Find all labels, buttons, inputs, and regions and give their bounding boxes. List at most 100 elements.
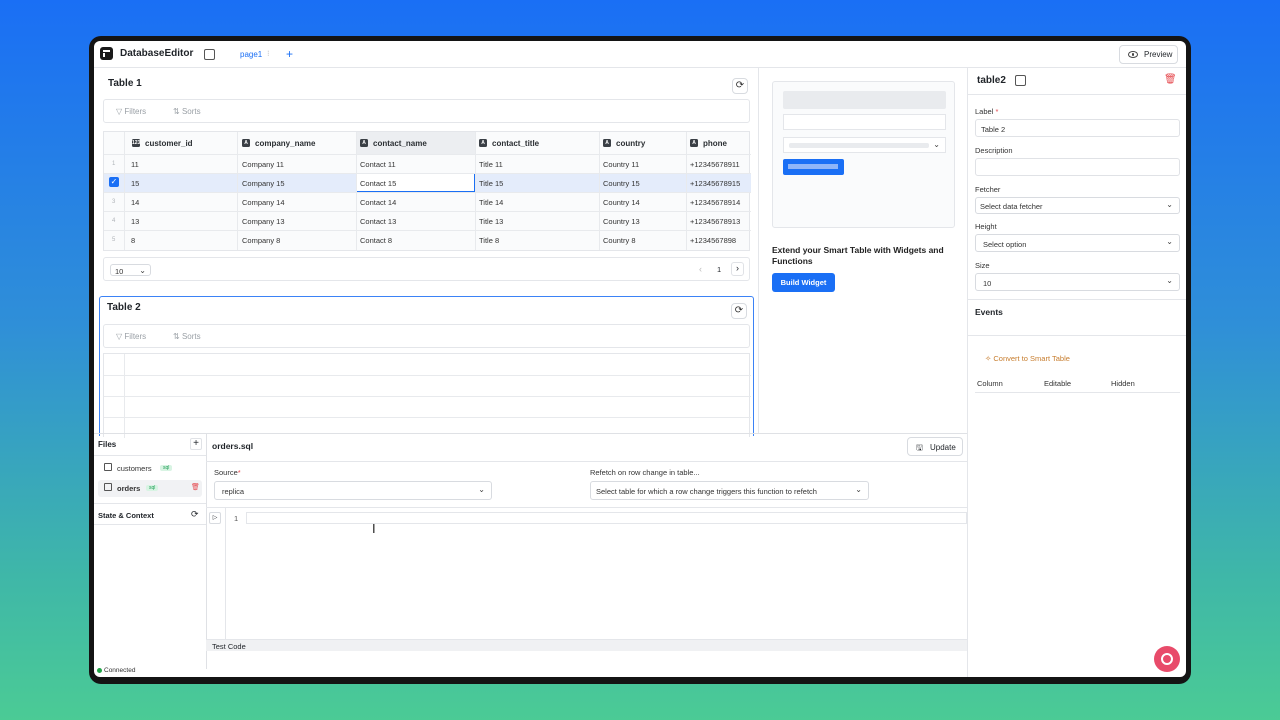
table-cell[interactable]: Country 14 xyxy=(603,198,640,207)
skeleton-button xyxy=(783,159,844,175)
column-header[interactable]: customer_id xyxy=(145,139,193,148)
convert-to-smart-table-button[interactable]: ✧ Convert to Smart Table xyxy=(985,354,1070,363)
table-cell[interactable]: 13 xyxy=(131,217,139,226)
table1-title: Table 1 xyxy=(108,78,142,89)
table2-grid xyxy=(103,353,751,438)
code-editor-line[interactable] xyxy=(246,512,967,524)
table-cell[interactable]: +12345678914 xyxy=(690,198,740,207)
update-button[interactable]: 🖫 Update xyxy=(907,437,963,456)
table-cell[interactable]: Title 8 xyxy=(479,236,499,245)
row-number[interactable]: 3 xyxy=(112,199,115,205)
preview-button[interactable]: Preview xyxy=(1119,45,1178,64)
table-cell[interactable]: Title 13 xyxy=(479,217,503,226)
page-size-select[interactable]: 10 ⌄ xyxy=(110,264,151,276)
chevron-down-icon: ⌄ xyxy=(1166,276,1173,285)
edit-title-icon[interactable] xyxy=(204,49,215,60)
next-page-icon[interactable]: › xyxy=(731,262,744,276)
table-cell[interactable]: Country 15 xyxy=(603,179,640,188)
number-type-icon: 123 xyxy=(132,139,141,147)
connected-status-dot xyxy=(97,668,102,673)
chevron-down-icon: ⌄ xyxy=(1166,200,1173,209)
table-cell[interactable]: Contact 11 xyxy=(360,160,396,169)
tab-page1[interactable]: page1 xyxy=(240,50,262,59)
table2-panel[interactable]: Table 2 ⟳ ▽ Filters ⇅ Sorts xyxy=(99,296,754,438)
table-cell[interactable]: Title 15 xyxy=(479,179,503,188)
delete-file-icon[interactable]: 🗑 xyxy=(191,483,200,491)
table-cell[interactable]: Company 13 xyxy=(242,217,285,226)
chevron-down-icon: ⌄ xyxy=(139,266,146,275)
table-cell[interactable]: Contact 13 xyxy=(360,217,396,226)
file-icon xyxy=(104,483,112,491)
column-header[interactable]: country xyxy=(616,139,645,148)
table-cell[interactable]: Title 11 xyxy=(479,160,503,169)
source-value: replica xyxy=(222,487,245,496)
row-number[interactable]: 1 xyxy=(112,161,115,167)
build-widget-button[interactable]: Build Widget xyxy=(772,273,835,292)
text-type-icon: A xyxy=(479,139,487,147)
height-select[interactable]: Select option ⌄ xyxy=(975,234,1180,252)
file-item-customers[interactable]: customers sql xyxy=(98,460,202,477)
edit-name-icon[interactable] xyxy=(1015,75,1026,86)
table-cell[interactable]: +1234567898 xyxy=(690,236,736,245)
column-header[interactable]: company_name xyxy=(255,139,315,148)
column-header[interactable]: phone xyxy=(703,139,727,148)
row-number[interactable]: 4 xyxy=(112,218,115,224)
table-cell[interactable]: 11 xyxy=(131,160,139,169)
table-cell[interactable]: Country 13 xyxy=(603,217,640,226)
table-cell[interactable]: Company 14 xyxy=(242,198,285,207)
table-cell[interactable]: 15 xyxy=(131,179,139,188)
row-number[interactable]: 5 xyxy=(112,237,115,243)
grid-line xyxy=(104,192,751,193)
sorts-button[interactable]: ⇅ Sorts xyxy=(173,332,201,341)
label-input[interactable]: Table 2 xyxy=(975,119,1180,137)
fetcher-label: Fetcher xyxy=(975,185,1001,194)
current-page[interactable]: 1 xyxy=(717,265,721,274)
refetch-select[interactable]: Select table for which a row change trig… xyxy=(590,481,869,500)
tab-menu-icon[interactable]: ⁝ xyxy=(267,49,270,58)
grid-line xyxy=(475,132,476,250)
table-cell[interactable]: Country 11 xyxy=(603,160,639,169)
table2-refresh-icon[interactable]: ⟳ xyxy=(731,303,747,319)
top-bar: DatabaseEditor page1 ⁝ + Preview xyxy=(94,41,1186,68)
table-cell[interactable]: +12345678913 xyxy=(690,217,740,226)
file-item-orders[interactable]: orders sql 🗑 xyxy=(98,480,202,497)
table-cell[interactable]: Contact 8 xyxy=(360,236,392,245)
filters-button[interactable]: ▽ Filters xyxy=(116,107,146,116)
editor-filename: orders.sql xyxy=(212,441,254,451)
refresh-state-icon[interactable]: ⟳ xyxy=(191,509,199,520)
table-cell[interactable]: Country 8 xyxy=(603,236,636,245)
filters-label: Filters xyxy=(124,107,147,116)
add-file-icon[interactable]: + xyxy=(190,438,202,450)
table-cell[interactable]: 8 xyxy=(131,236,135,245)
table-cell[interactable]: +12345678911 xyxy=(690,160,740,169)
chevron-down-icon: ⌄ xyxy=(855,485,862,494)
run-icon[interactable]: ▷ xyxy=(209,512,221,524)
source-select[interactable]: replica ⌄ xyxy=(214,481,492,500)
sorts-button[interactable]: ⇅ Sorts xyxy=(173,107,201,116)
connection-status: Connected xyxy=(104,667,136,674)
assistant-badge-icon[interactable] xyxy=(1154,646,1180,672)
table-cell[interactable]: Company 15 xyxy=(242,179,285,188)
test-code-bar[interactable]: Test Code xyxy=(206,639,967,651)
description-input[interactable] xyxy=(975,158,1180,176)
table-cell[interactable]: Contact 15 xyxy=(360,179,396,188)
add-page-icon[interactable]: + xyxy=(286,47,293,61)
fetcher-select[interactable]: Select data fetcher ⌄ xyxy=(975,197,1180,214)
table2-toolbar: ▽ Filters ⇅ Sorts xyxy=(103,324,750,348)
filters-button[interactable]: ▽ Filters xyxy=(116,332,146,341)
table-cell[interactable]: Company 8 xyxy=(242,236,280,245)
table-cell[interactable]: Title 14 xyxy=(479,198,503,207)
grid-line xyxy=(356,132,357,250)
size-select[interactable]: 10 ⌄ xyxy=(975,273,1180,291)
row-checkbox[interactable]: ✓ xyxy=(109,177,119,187)
table1-refresh-icon[interactable]: ⟳ xyxy=(732,78,748,94)
trash-icon[interactable]: 🗑 xyxy=(1164,74,1177,85)
table-cell[interactable]: 14 xyxy=(131,198,139,207)
fetcher-value: Select data fetcher xyxy=(980,202,1043,211)
prev-page-icon[interactable]: ‹ xyxy=(699,264,702,274)
table-cell[interactable]: Contact 14 xyxy=(360,198,396,207)
column-header[interactable]: contact_name xyxy=(373,139,427,148)
column-header[interactable]: contact_title xyxy=(492,139,539,148)
table-cell[interactable]: Company 11 xyxy=(242,160,284,169)
table-cell[interactable]: +12345678915 xyxy=(690,179,740,188)
